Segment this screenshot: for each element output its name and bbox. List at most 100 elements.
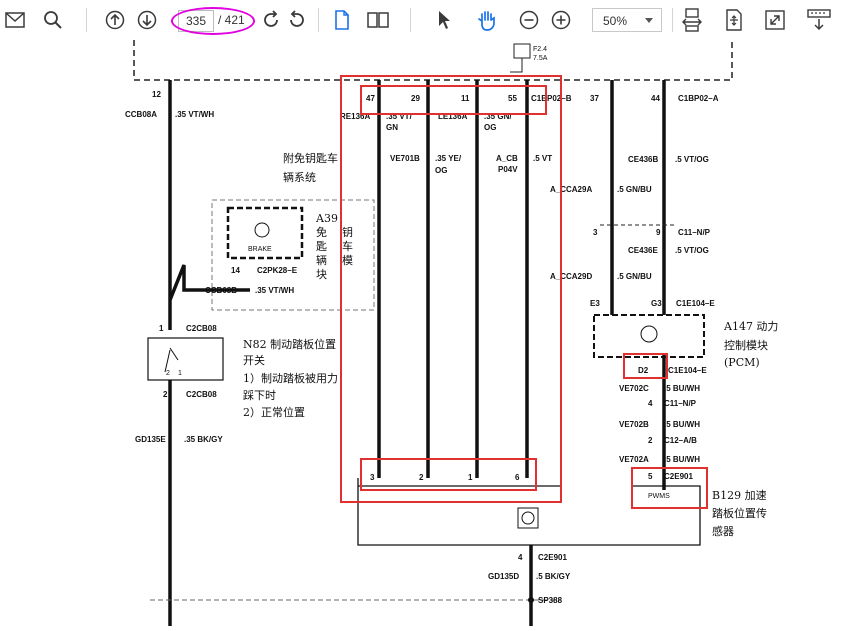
a147-2: 控制模块 <box>724 338 768 352</box>
rotate-ccw-icon[interactable] <box>286 9 308 31</box>
wire-ce436b: CE436B <box>628 155 658 164</box>
toolbar-separator <box>672 8 673 32</box>
conn-c1e104e-a: C1E104–E <box>676 299 715 308</box>
pin-5: 5 <box>648 472 653 481</box>
fit-width-icon[interactable] <box>680 7 704 33</box>
mail-icon[interactable] <box>4 10 26 30</box>
pin-44: 44 <box>651 94 660 103</box>
wire-acca29a-spec: .5 GN/BU <box>617 185 652 194</box>
pin-14: 14 <box>231 266 240 275</box>
pin-e3: E3 <box>590 299 600 308</box>
splice-sp388: SP388 <box>538 596 563 605</box>
wire-ve701b-spec-2: OG <box>435 166 447 175</box>
conn-c11np-a: C11–N/P <box>678 228 711 237</box>
wire-ve701b: VE701B <box>390 154 420 163</box>
single-page-icon[interactable] <box>332 9 352 31</box>
a39-8: 块 <box>316 268 327 281</box>
a39-2: 免 <box>316 225 327 239</box>
pdf-toolbar: 335 / 421 50% <box>0 0 848 40</box>
brake-text: BRAKE <box>248 246 272 253</box>
pin-2c: 2 <box>419 473 424 482</box>
zoom-in-icon[interactable] <box>550 9 572 31</box>
conn-c1bp02a: C1BP02–A <box>678 94 719 103</box>
arrow-up-circle-icon[interactable] <box>104 9 126 31</box>
zoom-value: 50% <box>603 14 628 28</box>
pin-11: 11 <box>461 94 470 103</box>
wire-ve702c-spec: .5 BU/WH <box>664 384 700 393</box>
wire-gd135d: GD135D <box>488 572 519 581</box>
pin-4b: 4 <box>518 553 523 562</box>
wire-acb-spec: .5 VT <box>533 154 552 163</box>
sw-2: 2 <box>166 370 170 377</box>
sensor-icon-frame <box>517 507 539 529</box>
conn-c2pk28e: C2PK28–E <box>257 266 298 275</box>
a39-4: 匙 <box>316 240 327 253</box>
b129-3: 感器 <box>712 525 734 538</box>
sensor-box <box>357 478 701 546</box>
wire-ce436b-spec: .5 VT/OG <box>675 155 709 164</box>
pcm-module-icon <box>640 325 658 343</box>
toolbar-separator <box>410 8 411 32</box>
wire-ce436e-spec: .5 VT/OG <box>675 246 709 255</box>
pin-1: 1 <box>159 324 164 333</box>
document-canvas[interactable]: F2.4 7.5A 12 CCB08A .35 VT/WH 47 29 11 5… <box>0 40 848 626</box>
n82-1: N82 制动踏板位置 <box>243 337 336 351</box>
wire-ccb08a: CCB08A <box>125 110 157 119</box>
fuse-symbol <box>513 43 531 59</box>
wire-ccb08a-spec: .35 VT/WH <box>175 110 214 119</box>
conn-c12ab: C12–A/B <box>664 436 697 445</box>
rotate-cw-icon[interactable] <box>260 9 282 31</box>
pin-29: 29 <box>411 94 420 103</box>
pin-12: 12 <box>152 90 161 99</box>
pin-1b: 1 <box>468 473 473 482</box>
wire-ce436e: CE436E <box>628 246 658 255</box>
wire-ccb08b-spec: .35 VT/WH <box>255 286 294 295</box>
conn-c11np-b: C11–N/P <box>664 399 697 408</box>
wire-gd135e-spec: .35 BK/GY <box>184 435 223 444</box>
presentation-icon[interactable] <box>806 8 832 32</box>
n82-3: 1）制动踏板被用力 <box>243 371 338 385</box>
pin-6: 6 <box>515 473 520 482</box>
pin-2: 2 <box>163 390 168 399</box>
wiring-diagram: F2.4 7.5A 12 CCB08A .35 VT/WH 47 29 11 5… <box>125 40 778 626</box>
a147-3: (PCM) <box>724 356 760 369</box>
pin-37: 37 <box>590 94 599 103</box>
two-page-icon[interactable] <box>366 9 390 31</box>
conn-c1bp02b: C1BP02–B <box>531 94 572 103</box>
zoom-out-icon[interactable] <box>518 9 540 31</box>
fullscreen-icon[interactable] <box>764 9 786 31</box>
a39-1: A39 <box>315 212 338 225</box>
conn-c2e901-a: C2E901 <box>664 472 693 481</box>
fit-page-icon[interactable] <box>722 8 746 32</box>
wire-ccb08b: CCB08B <box>205 286 237 295</box>
hand-pan-icon[interactable] <box>474 8 500 32</box>
pin-47: 47 <box>366 94 375 103</box>
select-cursor-icon[interactable] <box>434 9 454 31</box>
wire-acb-1: A_CB <box>496 154 518 163</box>
a39-3: 钥 <box>342 225 353 239</box>
n82-4: 踩下时 <box>243 389 276 402</box>
zoom-select[interactable]: 50% <box>592 8 662 32</box>
search-icon[interactable] <box>42 9 64 31</box>
pin-3a: 3 <box>593 228 598 237</box>
pin-4a: 4 <box>648 399 653 408</box>
label-immobilizer-1: 附免钥匙车 <box>283 151 338 165</box>
pin-2b: 2 <box>648 436 653 445</box>
wire-ve702a: VE702A <box>619 455 649 464</box>
wire-gd135e: GD135E <box>135 435 166 444</box>
wire-re136a-spec-2: GN <box>386 123 398 132</box>
chevron-down-icon <box>645 18 653 23</box>
wire-ve702c: VE702C <box>619 384 649 393</box>
pin-55: 55 <box>508 94 517 103</box>
sw-1: 1 <box>178 370 182 377</box>
toolbar-separator <box>318 8 319 32</box>
n82-5: 2）正常位置 <box>243 405 305 419</box>
wire-acb-2: P04V <box>498 165 518 174</box>
conn-c2cb08-a: C2CB08 <box>186 324 217 333</box>
pwms: PWMS <box>648 493 670 500</box>
arrow-down-circle-icon[interactable] <box>136 9 158 31</box>
pin-d2: D2 <box>638 366 649 375</box>
n82-2: 开关 <box>243 353 265 367</box>
wire-ve702a-spec: .5 BU/WH <box>664 455 700 464</box>
top-module-border <box>133 40 733 81</box>
